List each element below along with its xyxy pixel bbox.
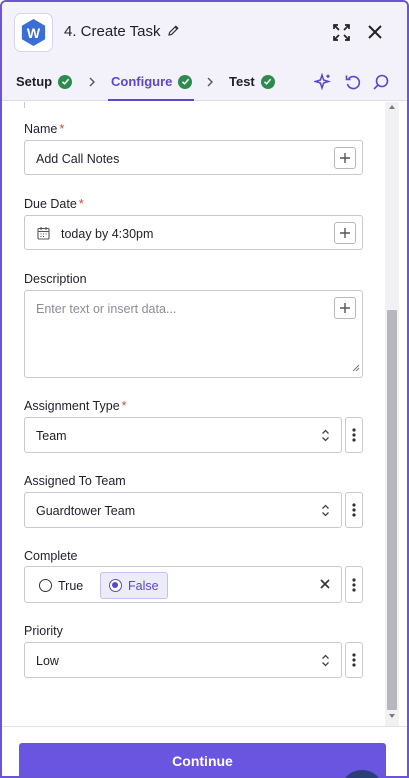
check-icon [260, 74, 275, 89]
field-options-button[interactable] [345, 566, 363, 603]
panel-header: W 4. Create Task [2, 2, 407, 62]
step-tabs: Setup Configure Test [2, 62, 407, 101]
check-icon [178, 74, 193, 89]
field-options-button[interactable] [345, 417, 363, 453]
tab-configure-label: Configure [111, 74, 173, 89]
kebab-icon [352, 577, 356, 592]
complete-label: Complete [24, 549, 78, 563]
assigned-team-label: Assigned To Team [24, 474, 126, 488]
radio-true-label: True [58, 578, 84, 593]
insert-data-button[interactable] [334, 147, 356, 169]
radio-false-label: False [128, 578, 159, 593]
clear-icon[interactable] [319, 577, 331, 595]
description-label: Description [24, 272, 87, 286]
description-placeholder: Enter text or insert data... [36, 302, 177, 316]
panel-footer: Continue [2, 726, 407, 776]
insert-data-button[interactable] [334, 297, 356, 319]
app-logo: W [14, 13, 53, 52]
priority-select[interactable]: Low [24, 642, 342, 678]
assignment-type-select[interactable]: Team [24, 417, 342, 453]
field-options-button[interactable] [345, 492, 363, 528]
continue-button[interactable]: Continue [19, 743, 386, 776]
description-field[interactable]: Enter text or insert data... [24, 290, 363, 378]
scroll-up-icon[interactable] [389, 105, 395, 109]
field-options-button[interactable] [345, 642, 363, 678]
kebab-icon [352, 653, 356, 667]
chevron-right-icon [88, 75, 96, 93]
task-panel: W 4. Create Task Setup Configure Test Na… [0, 0, 409, 778]
search-icon[interactable] [372, 73, 390, 96]
undo-icon[interactable] [344, 73, 362, 96]
name-label: Name * [24, 122, 65, 136]
chevron-updown-icon [321, 654, 330, 670]
assigned-team-value: Guardtower Team [36, 504, 136, 518]
tab-test[interactable]: Test [229, 74, 275, 89]
chevron-updown-icon [321, 504, 330, 520]
chevron-right-icon [206, 75, 214, 93]
tab-setup-label: Setup [16, 74, 53, 89]
chevron-updown-icon [321, 429, 330, 445]
due-date-value: today by 4:30pm [61, 227, 154, 241]
close-icon[interactable] [366, 23, 384, 46]
name-field[interactable]: Add Call Notes [24, 140, 363, 175]
radio-circle [39, 579, 52, 592]
panel-title: 4. Create Task [64, 23, 161, 40]
resize-handle-icon[interactable] [352, 361, 360, 375]
calendar-icon [37, 226, 50, 243]
expand-icon[interactable] [332, 23, 351, 47]
scroll-down-icon[interactable] [389, 714, 395, 718]
priority-label: Priority [24, 624, 63, 638]
name-value: Add Call Notes [36, 152, 120, 166]
check-icon [58, 74, 73, 89]
kebab-icon [352, 428, 356, 442]
scrollbar-thumb[interactable] [387, 310, 397, 710]
assigned-team-select[interactable]: Guardtower Team [24, 492, 342, 528]
field-remnant [24, 102, 25, 108]
assignment-type-label: Assignment Type * [24, 399, 127, 413]
tab-setup[interactable]: Setup [16, 74, 73, 89]
sparkle-icon[interactable] [312, 72, 332, 96]
tab-configure[interactable]: Configure [111, 74, 193, 89]
active-tab-underline [108, 99, 194, 101]
radio-circle-selected [109, 579, 122, 592]
pencil-icon[interactable] [167, 24, 180, 42]
due-date-label: Due Date * [24, 197, 84, 211]
assignment-type-value: Team [36, 429, 67, 443]
kebab-icon [352, 503, 356, 517]
priority-value: Low [36, 654, 59, 668]
due-date-field[interactable]: today by 4:30pm [24, 215, 363, 250]
form-scroll-area: Name * Add Call Notes Due Date * today by … [2, 102, 385, 726]
radio-true[interactable]: True [31, 572, 91, 599]
insert-data-button[interactable] [334, 222, 356, 244]
tab-test-label: Test [229, 74, 255, 89]
radio-false[interactable]: False [100, 572, 168, 599]
complete-radio-group: True False [24, 566, 342, 603]
logo-badge: W [21, 19, 46, 46]
